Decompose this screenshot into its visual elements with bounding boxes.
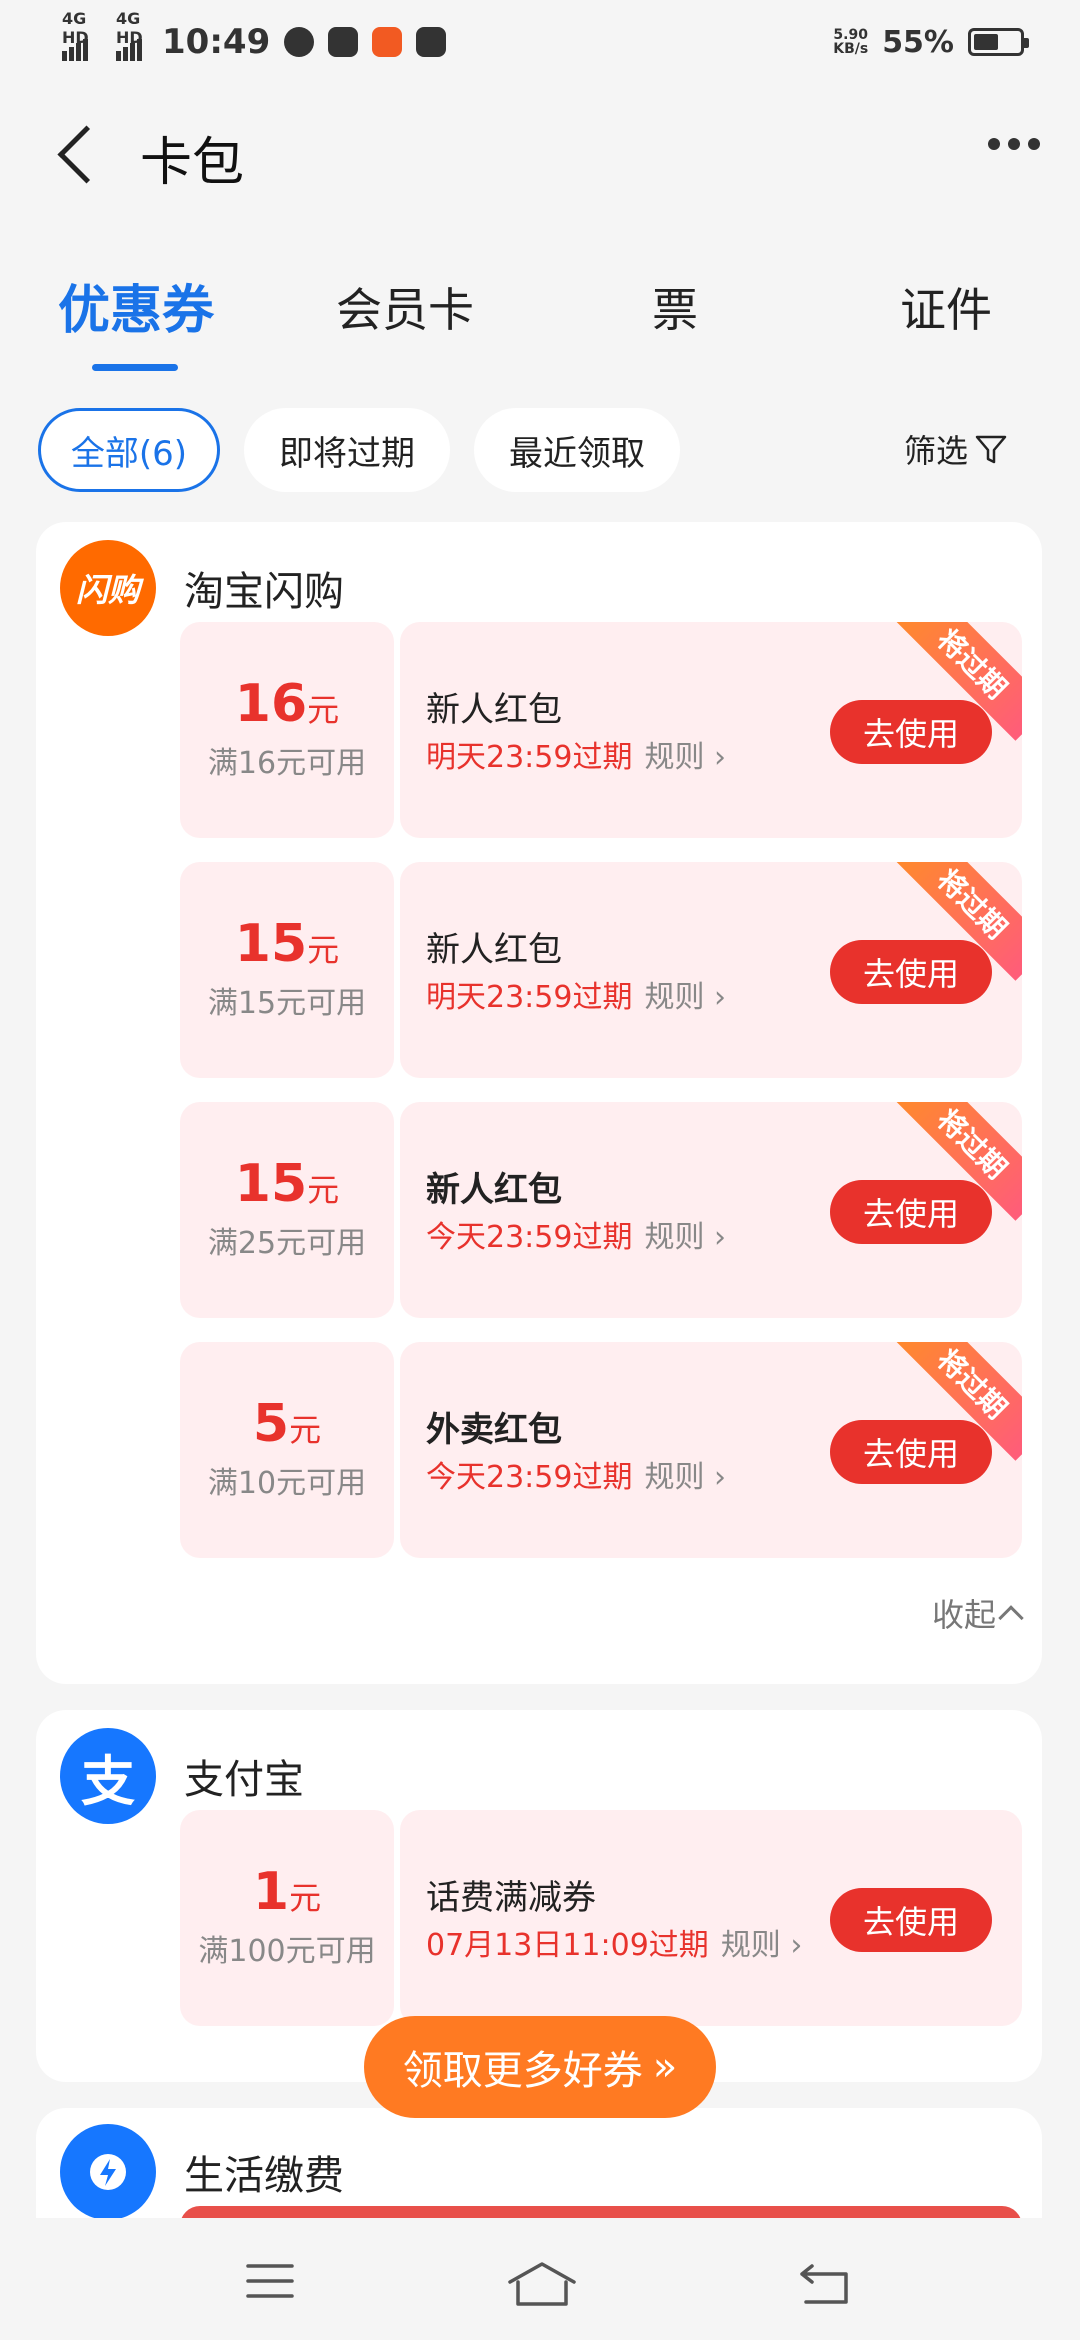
coupon-amount-panel: 15元 满25元可用: [180, 1102, 394, 1318]
get-more-coupons-button[interactable]: 领取更多好券 »: [364, 2016, 716, 2118]
chevron-up-icon: [998, 1605, 1024, 1631]
coupon-expiry: 今天23:59过期: [426, 1460, 633, 1495]
merchant-name: 淘宝闪购: [184, 569, 344, 615]
back-icon[interactable]: [52, 126, 112, 186]
coupon-name: 外卖红包: [426, 1410, 562, 1450]
merchant-header: 生活缴费: [60, 2124, 344, 2218]
coupon-amount-panel: 1元 满100元可用: [180, 1810, 394, 2026]
header: 卡包: [0, 84, 1080, 230]
coupon-unit: 元: [307, 691, 340, 729]
coupon-unit: 元: [307, 1171, 340, 1209]
menu-icon[interactable]: [244, 2260, 296, 2302]
alipay-logo: 支: [60, 1728, 156, 1824]
coupon-condition: 满16元可用: [207, 746, 367, 781]
coupon-unit: 元: [289, 1411, 322, 1449]
coupon-name: 新人红包: [426, 930, 562, 970]
coupon-rule-link[interactable]: 规则 ›: [644, 732, 726, 776]
merchant-name: 支付宝: [184, 1757, 304, 1803]
coupon-detail-panel: 外卖红包 今天23:59过期 规则 › 去使用 将过期: [400, 1342, 1022, 1558]
coupon-amount: 15: [234, 1154, 308, 1214]
coupon-rule-link[interactable]: 规则 ›: [721, 1920, 803, 1964]
filter-label: 筛选: [903, 432, 968, 470]
coupon-detail-panel: 话费满减券 07月13日11:09过期 规则 › 去使用: [400, 1810, 1022, 2026]
coupon-amount: 5: [252, 1394, 290, 1454]
coupon-item-partial: [180, 2206, 1022, 2218]
coupon-amount-panel: 15元 满15元可用: [180, 862, 394, 1078]
use-coupon-button[interactable]: 去使用: [830, 700, 992, 764]
coupon-expiry: 明天23:59过期: [426, 740, 633, 775]
tab-documents[interactable]: 证件: [900, 274, 992, 340]
app-notification-icon: [328, 27, 359, 57]
coupon-name: 新人红包: [426, 1170, 562, 1210]
coupon-amount-panel: 5元 满10元可用: [180, 1342, 394, 1558]
coupon-amount: 15: [234, 914, 308, 974]
chat-notification-icon: [284, 27, 315, 57]
signal-icon-2: 4G HD: [116, 9, 143, 61]
active-tab-indicator: [92, 364, 178, 371]
merchant-card-taobao: 闪购 淘宝闪购 16元 满16元可用 新人红包 明天23:59过期 规则 › 去…: [36, 522, 1042, 1684]
coupon-item[interactable]: 15元 满15元可用 新人红包 明天23:59过期 规则 › 去使用 将过期: [180, 862, 1022, 1078]
coupon-rule-link[interactable]: 规则 ›: [644, 1452, 726, 1496]
coupon-expiry: 明天23:59过期: [426, 980, 633, 1015]
tab-tickets[interactable]: 票: [652, 274, 698, 340]
coupon-rule-link[interactable]: 规则 ›: [644, 1212, 726, 1256]
battery-percent: 55%: [882, 24, 954, 60]
system-nav-bar: [0, 2218, 1080, 2340]
signal-icon: 4G HD: [62, 9, 89, 61]
tab-membership-cards[interactable]: 会员卡: [336, 274, 474, 340]
coupon-amount: 1: [252, 1862, 290, 1922]
tab-bar: 优惠券 会员卡 票 证件: [0, 232, 1080, 382]
cta-label: 领取更多好券: [402, 2048, 643, 2094]
coupon-rule-link[interactable]: 规则 ›: [644, 972, 726, 1016]
filter-bar: 全部(6) 即将过期 最近领取 筛选: [38, 408, 1048, 492]
back-nav-icon[interactable]: [796, 2260, 852, 2306]
food-notification-icon: [372, 27, 403, 57]
collapse-button[interactable]: 收起: [931, 1590, 1024, 1636]
coupon-name: 新人红包: [426, 690, 562, 730]
double-chevron-right-icon: »: [652, 2044, 678, 2090]
coupon-item[interactable]: 15元 满25元可用 新人红包 今天23:59过期 规则 › 去使用 将过期: [180, 1102, 1022, 1318]
coupon-expiry: 07月13日11:09过期: [426, 1928, 709, 1963]
coupon-detail-panel: 新人红包 明天23:59过期 规则 › 去使用 将过期: [400, 862, 1022, 1078]
lightning-logo-icon: [60, 2124, 156, 2218]
funnel-icon: [974, 432, 1008, 466]
mail-notification-icon: [416, 27, 447, 57]
coupon-item[interactable]: 1元 满100元可用 话费满减券 07月13日11:09过期 规则 › 去使用: [180, 1810, 1022, 2026]
more-icon[interactable]: [988, 138, 1040, 150]
filter-button[interactable]: 筛选: [904, 426, 1008, 472]
coupon-condition: 满100元可用: [198, 1934, 376, 1969]
coupon-detail-panel: 新人红包 今天23:59过期 规则 › 去使用 将过期: [400, 1102, 1022, 1318]
coupon-unit: 元: [307, 931, 340, 969]
use-coupon-button[interactable]: 去使用: [830, 1180, 992, 1244]
coupon-expiry: 今天23:59过期: [426, 1220, 633, 1255]
coupon-condition: 满15元可用: [207, 986, 367, 1021]
network-speed: 5.90 KB/s: [833, 27, 869, 57]
tab-coupons[interactable]: 优惠券: [58, 268, 214, 343]
coupon-item[interactable]: 16元 满16元可用 新人红包 明天23:59过期 规则 › 去使用 将过期: [180, 622, 1022, 838]
coupon-amount: 16: [234, 674, 308, 734]
status-bar: 4G HD 4G HD 10:49 5.90 KB/s 55%: [0, 0, 1080, 84]
coupon-unit: 元: [289, 1879, 322, 1917]
coupon-condition: 满25元可用: [207, 1226, 367, 1261]
coupon-item[interactable]: 5元 满10元可用 外卖红包 今天23:59过期 规则 › 去使用 将过期: [180, 1342, 1022, 1558]
use-coupon-button[interactable]: 去使用: [830, 1420, 992, 1484]
coupon-detail-panel: 新人红包 明天23:59过期 规则 › 去使用 将过期: [400, 622, 1022, 838]
battery-icon: [968, 28, 1029, 56]
coupon-amount-panel: 16元 满16元可用: [180, 622, 394, 838]
taobao-shangou-logo: 闪购: [60, 540, 156, 636]
collapse-label: 收起: [931, 1596, 996, 1634]
merchant-card-utilities: 生活缴费: [36, 2108, 1042, 2218]
coupon-condition: 满10元可用: [207, 1466, 367, 1501]
chip-expiring-soon[interactable]: 即将过期: [244, 408, 450, 492]
coupon-name: 话费满减券: [426, 1878, 596, 1918]
chip-all[interactable]: 全部(6): [38, 408, 220, 492]
use-coupon-button[interactable]: 去使用: [830, 940, 992, 1004]
chip-recently-received[interactable]: 最近领取: [474, 408, 680, 492]
use-coupon-button[interactable]: 去使用: [830, 1888, 992, 1952]
home-icon[interactable]: [506, 2260, 578, 2310]
clock: 10:49: [162, 22, 271, 62]
merchant-name: 生活缴费: [184, 2153, 344, 2199]
page-title: 卡包: [140, 133, 245, 193]
